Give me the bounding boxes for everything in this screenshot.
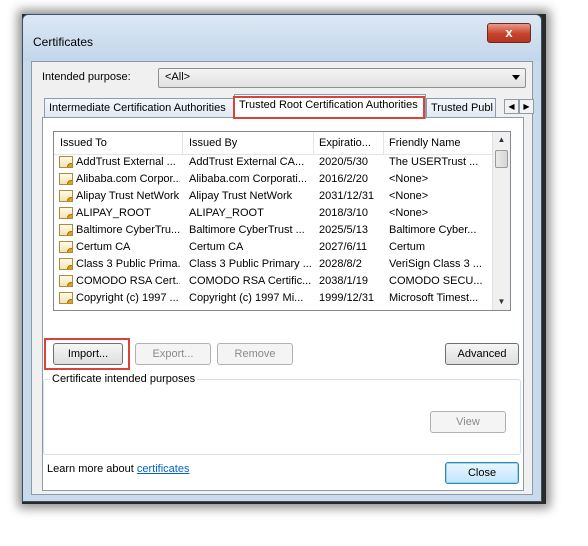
cell-issued-to: Alibaba.com Corpor... [76, 173, 180, 185]
tab-scroll-right-icon[interactable]: ▶ [519, 99, 534, 114]
cell-issued-to: ALIPAY_ROOT [76, 207, 151, 219]
intended-purposes-label: Certificate intended purposes [50, 373, 198, 385]
export-button[interactable]: Export... [135, 343, 211, 365]
cell-expiration: 2018/3/10 [319, 207, 368, 219]
scroll-down-icon[interactable]: ▼ [493, 294, 510, 310]
tab-trusted-publishers[interactable]: Trusted Publ [426, 98, 496, 118]
certificate-icon [59, 173, 73, 185]
certificate-icon [59, 241, 73, 253]
certificates-dialog: Certificates x Intended purpose: <All> I… [22, 14, 542, 502]
cell-friendly-name: <None> [389, 207, 429, 219]
cell-friendly-name: Baltimore Cyber... [389, 224, 477, 236]
table-row[interactable]: Certum CA Certum CA 2027/6/11 Certum [54, 240, 492, 257]
tab-intermediate-ca[interactable]: Intermediate Certification Authorities [44, 98, 234, 118]
table-row[interactable]: ALIPAY_ROOT ALIPAY_ROOT 2018/3/10 <None> [54, 206, 492, 223]
cell-issued-to: Class 3 Public Prima... [76, 258, 180, 270]
dialog-title: Certificates [33, 35, 94, 49]
remove-button[interactable]: Remove [217, 343, 293, 365]
cell-expiration: 2016/2/20 [319, 173, 368, 185]
intended-purpose-value: <All> [165, 71, 191, 83]
table-row[interactable]: Alipay Trust NetWork Alipay Trust NetWork… [54, 189, 492, 206]
certificate-icon [59, 224, 73, 236]
tab-label: Trusted Publ [431, 102, 493, 114]
table-row[interactable]: Alibaba.com Corpor... Alibaba.com Corpora… [54, 172, 492, 189]
advanced-button[interactable]: Advanced [445, 343, 519, 365]
title-bar: Certificates x [23, 15, 541, 61]
cell-issued-to: Certum CA [76, 241, 131, 253]
cell-expiration: 2031/12/31 [319, 190, 375, 202]
list-header: Issued To Issued By Expiratio... Friendl… [54, 132, 492, 155]
chevron-down-icon [512, 75, 520, 80]
cell-issued-by: Alibaba.com Corporati... [189, 173, 307, 185]
close-window-button[interactable]: x [487, 23, 531, 43]
dialog-client-area: Intended purpose: <All> Intermediate Cer… [31, 61, 534, 495]
table-row[interactable]: Class 3 Public Prima... Class 3 Public Pr… [54, 257, 492, 274]
certificate-icon [59, 292, 73, 304]
cell-issued-by: COMODO RSA Certific... [189, 275, 311, 287]
certificate-list[interactable]: Issued To Issued By Expiratio... Friendl… [53, 131, 511, 311]
cell-issued-by: Alipay Trust NetWork [189, 190, 293, 202]
scroll-up-icon[interactable]: ▲ [493, 132, 510, 148]
import-button[interactable]: Import... [53, 343, 123, 365]
cell-friendly-name: VeriSign Class 3 ... [389, 258, 482, 270]
cell-expiration: 2020/5/30 [319, 156, 368, 168]
table-row[interactable]: Baltimore CyberTru... Baltimore CyberTrus… [54, 223, 492, 240]
table-row[interactable]: COMODO RSA Cert... COMODO RSA Certific...… [54, 274, 492, 291]
learn-more-text: Learn more about certificates [47, 463, 189, 475]
table-row[interactable]: AddTrust External ... AddTrust External C… [54, 155, 492, 172]
cell-issued-to: Copyright (c) 1997 ... [76, 292, 179, 304]
column-issued-by[interactable]: Issued By [189, 137, 237, 149]
column-issued-to[interactable]: Issued To [60, 137, 107, 149]
list-scrollbar[interactable]: ▲ ▼ [492, 132, 510, 310]
cell-expiration: 1999/12/31 [319, 292, 375, 304]
learn-more-label: Learn more about [47, 463, 137, 475]
view-button[interactable]: View [430, 411, 506, 433]
cell-friendly-name: Microsoft Timest... [389, 292, 479, 304]
cell-friendly-name: Certum [389, 241, 426, 253]
scroll-thumb[interactable] [495, 150, 508, 168]
cell-issued-by: Class 3 Public Primary ... [189, 258, 311, 270]
tab-scroll-arrows: ◀ ▶ [504, 99, 534, 114]
cell-friendly-name: <None> [389, 190, 429, 202]
cell-issued-by: ALIPAY_ROOT [189, 207, 264, 219]
certificate-icon [59, 207, 73, 219]
table-row[interactable]: Copyright (c) 1997 ... Copyright (c) 1997… [54, 291, 492, 308]
certificates-link[interactable]: certificates [137, 463, 190, 475]
certificate-icon [59, 156, 73, 168]
column-divider[interactable] [313, 132, 314, 154]
tab-label: Intermediate Certification Authorities [49, 102, 226, 114]
cell-friendly-name: <None> [389, 173, 429, 185]
certificate-icon [59, 190, 73, 202]
cell-expiration: 2038/1/19 [319, 275, 368, 287]
cell-issued-to: COMODO RSA Cert... [76, 275, 180, 287]
tab-scroll-left-icon[interactable]: ◀ [504, 99, 519, 114]
cell-issued-to: AddTrust External ... [76, 156, 176, 168]
cell-issued-by: Copyright (c) 1997 Mi... [189, 292, 304, 304]
cell-issued-by: Certum CA [189, 241, 244, 253]
column-divider[interactable] [182, 132, 183, 154]
tab-panel: Issued To Issued By Expiratio... Friendl… [42, 117, 524, 491]
cell-issued-to: Baltimore CyberTru... [76, 224, 180, 236]
intended-purpose-label: Intended purpose: [42, 71, 131, 83]
column-friendly-name[interactable]: Friendly Name [389, 137, 461, 149]
intended-purpose-dropdown[interactable]: <All> [158, 68, 526, 88]
cell-issued-to: Alipay Trust NetWork [76, 190, 180, 202]
column-divider[interactable] [383, 132, 384, 154]
close-button[interactable]: Close [445, 462, 519, 484]
certificate-icon [59, 275, 73, 287]
cell-expiration: 2025/5/13 [319, 224, 368, 236]
tab-label: Trusted Root Certification Authorities [239, 99, 418, 111]
tab-trusted-root-ca[interactable]: Trusted Root Certification Authorities [234, 94, 426, 119]
cell-issued-by: AddTrust External CA... [189, 156, 305, 168]
cell-expiration: 2028/8/2 [319, 258, 362, 270]
certificate-icon [59, 258, 73, 270]
cell-expiration: 2027/6/11 [319, 241, 368, 253]
cell-friendly-name: COMODO SECU... [389, 275, 483, 287]
column-expiration[interactable]: Expiratio... [319, 137, 371, 149]
cell-friendly-name: The USERTrust ... [389, 156, 479, 168]
cell-issued-by: Baltimore CyberTrust ... [189, 224, 305, 236]
